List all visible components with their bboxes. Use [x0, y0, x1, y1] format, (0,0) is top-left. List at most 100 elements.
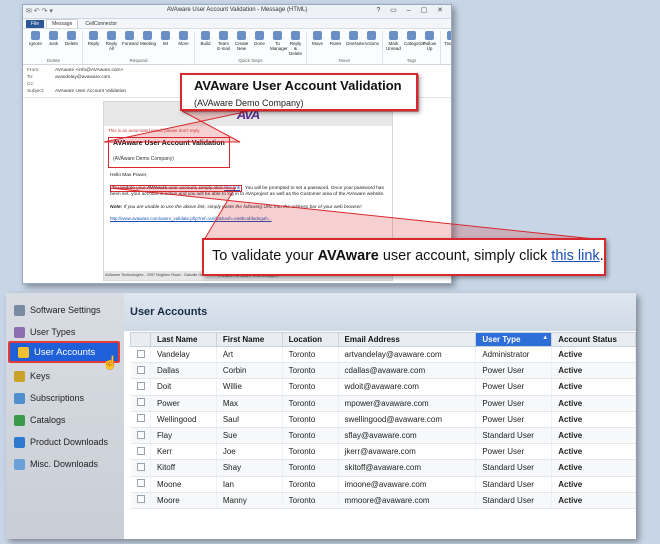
users-icon [14, 326, 25, 338]
row-select-cell [130, 459, 151, 477]
ribbon-button[interactable]: OneNote [346, 31, 365, 46]
tab-file[interactable]: File [26, 19, 45, 28]
subscriptions-icon [14, 392, 25, 404]
callout-link[interactable]: this link [551, 248, 599, 264]
row-checkbox[interactable] [136, 430, 145, 439]
ribbon-button[interactable]: Junk [46, 31, 61, 46]
location-cell: Toronto [282, 459, 339, 477]
row-checkbox[interactable] [136, 495, 145, 504]
ribbon-button[interactable]: Translate [444, 31, 451, 46]
ribbon-button[interactable]: Build [198, 31, 213, 56]
row-select-cell [130, 346, 151, 364]
ribbon-button[interactable]: To Manager [270, 31, 288, 56]
column-header[interactable]: Email Address [337, 332, 477, 347]
ribbon-button[interactable]: Mark Unread [386, 31, 401, 51]
table-row[interactable]: Moone Ian Toronto imoone@avaware.com Standar… [130, 476, 636, 493]
callout-link-pre: To validate your [212, 248, 318, 264]
ribbon-button-icon [425, 31, 434, 40]
sidebar-item-catalogs[interactable]: Catalogs [6, 409, 124, 431]
ribbon-button[interactable]: More [176, 31, 191, 51]
sidebar-item-subscriptions[interactable]: Subscriptions [6, 387, 124, 409]
column-header[interactable] [130, 332, 151, 347]
row-checkbox[interactable] [136, 479, 145, 488]
ribbon-button[interactable]: Follow Up [422, 31, 437, 51]
ribbon-button-label: OneNote [346, 41, 365, 46]
row-checkbox[interactable] [136, 446, 145, 455]
table-row[interactable]: Vandelay Art Toronto artvandelay@avaware.co… [130, 346, 636, 364]
row-checkbox[interactable] [136, 462, 145, 471]
validation-url[interactable]: http://www.avaware.com/users_validate.ph… [104, 214, 392, 223]
table-row[interactable]: Doit Willie Toronto wdoit@avaware.com Power … [130, 378, 636, 396]
ribbon-button[interactable]: Rules [328, 31, 343, 46]
ribbon-button[interactable]: IM [158, 31, 173, 51]
sidebar-item-software-settings[interactable]: Software Settings [6, 299, 124, 321]
column-header[interactable]: Location [281, 332, 339, 347]
column-header-label: User Type [482, 335, 521, 344]
ribbon-group-label: Tags [406, 58, 417, 63]
table-row[interactable]: Kerr Joe Toronto jkerr@avaware.com Power Use… [130, 443, 636, 461]
body-title: AVAware User Account Validation [113, 140, 225, 147]
ribbon-button[interactable]: Done [252, 31, 267, 56]
ribbon-button[interactable]: Reply [86, 31, 101, 51]
table-row[interactable]: Dallas Corbin Toronto cdallas@avaware.com Po… [130, 362, 636, 380]
ribbon-button[interactable]: Delete [64, 31, 79, 46]
sidebar-item-label: Subscriptions [30, 393, 85, 403]
ribbon-button[interactable]: Reply All [104, 31, 119, 51]
ribbon-button-icon [273, 31, 282, 40]
column-header[interactable]: Account Status [551, 332, 636, 347]
callout-link-post: . [599, 248, 604, 264]
ribbon-button[interactable]: Actions [364, 31, 379, 46]
callout-subtitle: (AVAware Demo Company) [194, 98, 304, 108]
column-header[interactable]: First Name [215, 332, 283, 347]
ribbon-button[interactable]: Create New [234, 31, 249, 56]
table-row[interactable]: Flay Sue Toronto sflay@avaware.com Standard … [130, 427, 636, 445]
ribbon-button[interactable]: Team E-mail [216, 31, 231, 56]
column-header[interactable]: Last Name [149, 332, 217, 347]
row-checkbox[interactable] [136, 349, 145, 358]
row-checkbox[interactable] [136, 398, 145, 407]
sidebar-item-misc-downloads[interactable]: Misc. Downloads [6, 453, 124, 475]
ribbon-button-label: Build [200, 41, 211, 46]
row-checkbox[interactable] [136, 381, 145, 390]
sidebar-item-label: Product Downloads [30, 437, 109, 447]
location-cell: Toronto [282, 346, 339, 364]
ribbon-button[interactable]: Reply & Delete [288, 31, 303, 56]
email-left-margin [23, 101, 101, 283]
row-select-cell [130, 378, 151, 396]
last-name-cell: Moone [150, 476, 217, 493]
ribbon-button-label: Junk [48, 41, 59, 46]
user-type-cell: Power User [475, 443, 553, 461]
validate-link[interactable]: this link [224, 186, 240, 191]
table-row[interactable]: Moore Manny Toronto mmoore@avaware.com Stand… [130, 492, 636, 509]
tab-message[interactable]: Message [46, 19, 79, 28]
greeting: Hello Max Power, [110, 173, 148, 178]
header-value: avandelay@avaware.com [55, 75, 111, 80]
ribbon-button-icon [161, 31, 170, 40]
auto-notice: This is an automated email, please don't… [108, 128, 201, 133]
tab-cellconnector[interactable]: CellConnector [80, 20, 122, 28]
ribbon-button[interactable]: Meeting [140, 31, 156, 51]
ribbon: Ignore Junk Delete Delete Reply Reply All Forw… [23, 29, 451, 65]
status-cell: Active [551, 427, 636, 445]
sidebar-item-user-types[interactable]: User Types [6, 321, 124, 343]
ribbon-button-icon [389, 31, 398, 40]
column-header[interactable]: User Type ▲ [475, 332, 553, 347]
title-callout: AVAware User Account Validation (AVAware… [180, 73, 418, 111]
ribbon-button[interactable]: Forward [122, 31, 139, 51]
validate-paragraph: To validate your AVAware user account, s… [104, 183, 392, 202]
ribbon-button[interactable]: Ignore [28, 31, 43, 46]
table-row[interactable]: Power Max Toronto mpower@avaware.com Power U… [130, 395, 636, 412]
panel-title: User Accounts [130, 306, 208, 318]
ribbon-button-label: Follow Up [422, 41, 436, 51]
ribbon-button-icon [89, 31, 98, 40]
window-controls[interactable]: ? ▭ – ▢ ✕ [376, 6, 447, 14]
row-checkbox[interactable] [136, 365, 145, 374]
ribbon-button[interactable]: Categorize [404, 31, 426, 51]
ribbon-group-label: Move [338, 58, 350, 63]
user-type-cell: Standard User [475, 492, 553, 509]
table-row[interactable]: Kitoff Shay Toronto skitoff@avaware.com Stan… [130, 459, 636, 477]
row-checkbox[interactable] [136, 414, 145, 423]
table-row[interactable]: Wellingood Saul Toronto swellingood@avaware… [130, 411, 636, 428]
ribbon-button[interactable]: Move [310, 31, 325, 46]
sidebar-item-product-downloads[interactable]: Product Downloads [6, 431, 124, 453]
